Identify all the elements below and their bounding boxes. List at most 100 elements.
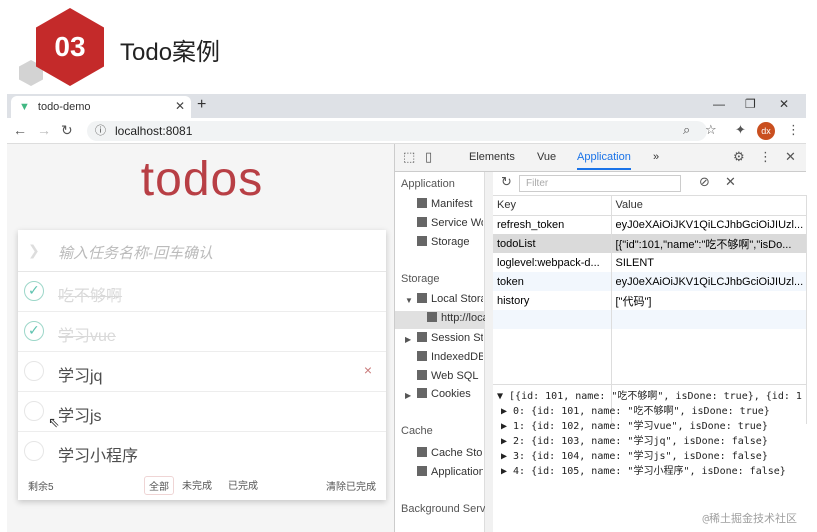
toggle-all-chevron-icon[interactable]: ❯	[28, 242, 40, 259]
sidebar-item-local-storage[interactable]: Local Storage	[417, 293, 483, 305]
sidebar-heading-storage: Storage	[401, 273, 440, 285]
sidebar-item-indexeddb[interactable]: IndexedDB	[417, 351, 483, 363]
todo-footer: 剩余5 全部 未完成 已完成 清除已完成	[18, 468, 386, 500]
sidebar-item-cache-storage[interactable]: Cache Storage	[417, 447, 483, 459]
filter-active[interactable]: 未完成	[178, 476, 216, 493]
devtools-menu-icon[interactable]: ⋮	[759, 149, 772, 165]
preview-item-line[interactable]: ▶ 4: {id: 105, name: "学习小程序", isDone: fa…	[493, 464, 807, 479]
column-header-key[interactable]: Key	[493, 196, 612, 216]
preview-item-line[interactable]: ▶ 2: {id: 103, name: "学习jq", isDone: fal…	[493, 434, 807, 449]
devtools-panel: ⬚ ▯ Elements Vue Application » ⚙ ⋮ ✕ App…	[394, 144, 807, 532]
browser-tab[interactable]: ▼ todo-demo ✕	[11, 96, 191, 118]
preview-item-line[interactable]: ▶ 0: {id: 101, name: "吃不够啊", isDone: tru…	[493, 404, 807, 419]
slide-title: Todo案例	[120, 39, 221, 66]
sidebar-item-localhost[interactable]: http://localhost:8081	[427, 312, 485, 324]
todo-label[interactable]: 学习js	[58, 402, 102, 426]
table-row[interactable]: history ["代码"]	[493, 291, 807, 310]
sidebar-scrollbar[interactable]	[485, 172, 493, 532]
storage-main: ↻ Filter ⊘ ✕ Key Value refresh_token eyJ…	[493, 172, 807, 532]
reload-icon[interactable]: ↻	[61, 122, 73, 139]
todo-label[interactable]: 吃不够啊	[58, 282, 122, 306]
tab-vue[interactable]: Vue	[537, 151, 556, 163]
forward-icon[interactable]: →	[37, 122, 51, 138]
refresh-icon[interactable]: ↻	[501, 174, 512, 190]
preview-item-line[interactable]: ▶ 1: {id: 102, name: "学习vue", isDone: tr…	[493, 419, 807, 434]
close-window-icon[interactable]: ✕	[779, 97, 789, 111]
sidebar-item-session-storage[interactable]: Session Storage	[417, 332, 483, 344]
sidebar-item-cookies[interactable]: Cookies	[417, 388, 483, 400]
todo-label[interactable]: 学习jq	[58, 362, 102, 386]
grid-icon	[427, 312, 437, 322]
browser-menu-icon[interactable]: ⋮	[787, 122, 800, 138]
sidebar-item-label: Storage	[431, 236, 470, 248]
extensions-icon[interactable]: ✦	[735, 122, 746, 138]
back-icon[interactable]: ←	[13, 122, 27, 138]
sidebar-item-application-cache[interactable]: Application Cache	[417, 466, 483, 478]
table-row[interactable]: token eyJ0eXAiOiJKV1QiLCJhbGciOiJIUzl...	[493, 272, 807, 291]
table-row[interactable]: loglevel:webpack-d... SILENT	[493, 253, 807, 272]
storage-filter-bar: ↻ Filter ⊘ ✕	[493, 172, 807, 196]
row-value: eyJ0eXAiOiJKV1QiLCJhbGciOiJIUzl...	[611, 215, 807, 234]
new-todo-input[interactable]: 输入任务名称-回车确认	[58, 242, 213, 263]
sidebar-item-manifest[interactable]: Manifest	[417, 198, 483, 210]
inspect-element-icon[interactable]: ⬚	[403, 149, 415, 165]
clear-all-icon[interactable]: ⊘	[699, 174, 710, 190]
cookie-icon	[417, 388, 427, 398]
sidebar-item-label: Local Storage	[431, 293, 483, 305]
tab-application[interactable]: Application	[577, 151, 631, 170]
todo-toggle-checkbox[interactable]	[24, 321, 44, 341]
clear-completed-button[interactable]: 清除已完成	[326, 478, 376, 493]
todos-heading: todos	[140, 153, 264, 206]
grid-icon	[417, 466, 427, 476]
row-key: history	[493, 291, 612, 310]
new-tab-button[interactable]: +	[197, 96, 206, 114]
minimize-icon[interactable]: —	[713, 97, 725, 111]
sidebar-item-label: Cookies	[431, 388, 471, 400]
zoom-icon[interactable]: ⌕	[683, 122, 690, 138]
bookmark-star-icon[interactable]: ☆	[705, 122, 717, 138]
todo-toggle-checkbox[interactable]	[24, 401, 44, 421]
sidebar-item-label: Cache Storage	[431, 447, 483, 459]
todo-toggle-checkbox[interactable]	[24, 441, 44, 461]
collapsed-arrow-icon[interactable]: ▶	[405, 391, 411, 400]
sidebar-item-label: Session Storage	[431, 332, 483, 344]
tab-close-icon[interactable]: ✕	[175, 99, 185, 113]
close-devtools-icon[interactable]: ✕	[785, 149, 796, 165]
watermark: @稀土掘金技术社区	[702, 512, 797, 525]
sidebar-item-service-workers[interactable]: Service Workers	[417, 217, 483, 229]
database-icon	[417, 236, 427, 246]
preview-item-line[interactable]: ▶ 3: {id: 104, name: "学习js", isDone: fal…	[493, 449, 807, 464]
column-header-value[interactable]: Value	[611, 196, 807, 216]
sidebar-item-storage[interactable]: Storage	[417, 236, 483, 248]
table-row[interactable]: todoList [{"id":101,"name":"吃不够啊","isDo.…	[493, 234, 807, 253]
filter-completed[interactable]: 已完成	[224, 476, 262, 493]
todo-toggle-checkbox[interactable]	[24, 281, 44, 301]
gear-icon	[417, 217, 427, 227]
table-row[interactable]: refresh_token eyJ0eXAiOiJKV1QiLCJhbGciOi…	[493, 215, 807, 234]
filter-all[interactable]: 全部	[144, 476, 174, 495]
delete-selected-icon[interactable]: ✕	[725, 174, 736, 190]
todo-label[interactable]: 学习vue	[58, 322, 116, 346]
delete-todo-icon[interactable]: ×	[364, 362, 372, 378]
preview-root-line[interactable]: ▼ [{id: 101, name: "吃不够啊", isDone: true}…	[493, 389, 807, 404]
todo-label[interactable]: 学习小程序	[58, 442, 138, 466]
profile-avatar[interactable]: dx	[757, 122, 775, 140]
browser-window: ▼ todo-demo ✕ + — ❐ ✕ ← → ↻ ⓘ localhost:…	[7, 94, 807, 532]
device-toolbar-icon[interactable]: ▯	[425, 149, 432, 165]
url-field[interactable]: ⓘ localhost:8081	[87, 121, 707, 141]
devtools-toolbar: ⬚ ▯ Elements Vue Application » ⚙ ⋮ ✕	[395, 144, 806, 172]
filter-input[interactable]: Filter	[519, 175, 681, 192]
empty-cell	[611, 310, 807, 329]
todo-toggle-checkbox[interactable]	[24, 361, 44, 381]
tab-elements[interactable]: Elements	[469, 151, 515, 163]
collapsed-arrow-icon[interactable]: ▶	[405, 335, 411, 344]
expanded-arrow-icon[interactable]: ▼	[405, 296, 413, 305]
sidebar-item-label: Manifest	[431, 198, 473, 210]
row-value: SILENT	[611, 253, 807, 272]
site-info-icon[interactable]: ⓘ	[95, 121, 106, 141]
value-preview: ▼ [{id: 101, name: "吃不够啊", isDone: true}…	[493, 384, 807, 532]
more-tabs-icon[interactable]: »	[653, 151, 659, 163]
sidebar-item-web-sql[interactable]: Web SQL	[417, 370, 483, 382]
restore-icon[interactable]: ❐	[745, 97, 756, 111]
settings-gear-icon[interactable]: ⚙	[733, 149, 745, 165]
